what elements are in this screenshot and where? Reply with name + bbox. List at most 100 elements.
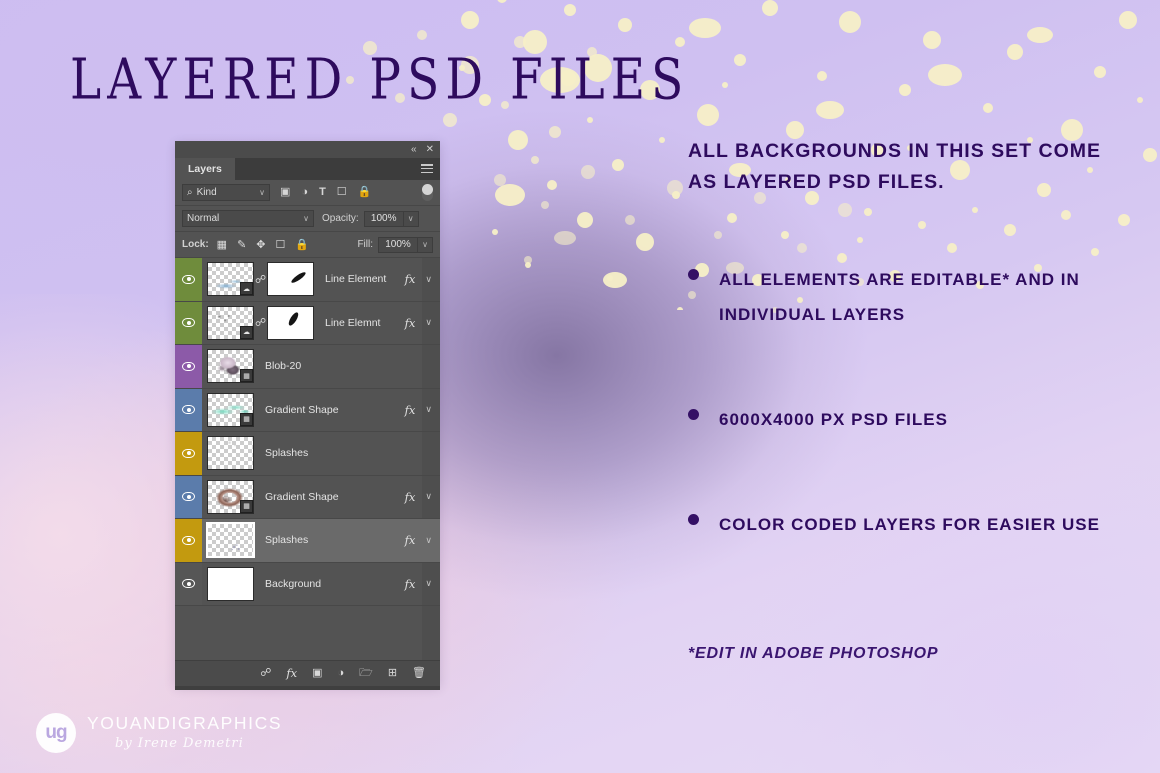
layer-thumbnail[interactable]: ▦	[207, 480, 254, 514]
poster-canvas: LAYERED PSD FILES ALL BACKGROUNDS IN THI…	[0, 0, 1160, 773]
layer-thumbnail[interactable]: ▦	[207, 393, 254, 427]
opacity-input[interactable]: 100%	[364, 211, 404, 227]
link-layers-icon[interactable]: ☍	[260, 668, 271, 679]
panel-bottom-edge	[175, 686, 440, 690]
list-item: 6000X4000 PX PSD FILES	[688, 402, 1128, 437]
new-layer-icon[interactable]: ⊞	[388, 668, 397, 679]
table-row[interactable]: Splashes fx ∨	[175, 519, 440, 563]
fx-badge[interactable]: fx	[405, 490, 416, 504]
layer-list-empty-space	[175, 606, 440, 661]
chevron-down-icon[interactable]: ∨	[425, 317, 432, 328]
table-row[interactable]: ☁ ☍ Line Element fx ∨	[175, 258, 440, 302]
layer-color-swatch[interactable]	[175, 432, 202, 475]
filter-type-icons: ▣ ◑ T ☐ 🔒	[280, 187, 371, 198]
fx-badge[interactable]: fx	[405, 403, 416, 417]
layer-thumbnail[interactable]	[207, 523, 254, 557]
table-row[interactable]: ▦ Gradient Shape fx ∨	[175, 476, 440, 520]
fx-badge[interactable]: fx	[405, 577, 416, 591]
layer-color-swatch[interactable]	[175, 258, 202, 301]
bullet-text: ALL ELEMENTS ARE EDITABLE* AND IN INDIVI…	[719, 262, 1128, 332]
smart-object-icon[interactable]: 🔒	[358, 187, 372, 198]
layer-color-swatch[interactable]	[175, 476, 202, 519]
smart-object-badge-icon: ▦	[240, 369, 253, 382]
layer-color-swatch[interactable]	[175, 345, 202, 388]
close-icon[interactable]: ✕	[426, 145, 434, 155]
fx-badge[interactable]: fx	[405, 533, 416, 547]
lock-label: Lock:	[182, 239, 209, 250]
visibility-eye-icon[interactable]	[182, 449, 195, 458]
lock-artboard-icon[interactable]: ☐	[276, 238, 286, 251]
bullet-text: COLOR CODED LAYERS FOR EASIER USE	[719, 507, 1100, 542]
layer-thumbnail[interactable]: ☁	[207, 306, 254, 340]
visibility-eye-icon[interactable]	[182, 275, 195, 284]
opacity-stepper-icon[interactable]: ∨	[404, 211, 419, 227]
table-row[interactable]: ▦ Gradient Shape fx ∨	[175, 389, 440, 433]
new-adjustment-layer-icon[interactable]: ◑	[338, 668, 345, 679]
chevron-down-icon[interactable]: ∨	[425, 404, 432, 415]
layer-mask-thumbnail[interactable]	[267, 262, 314, 296]
blend-mode-value: Normal	[187, 213, 219, 224]
new-group-icon[interactable]: 🗁	[359, 668, 373, 679]
fill-stepper-icon[interactable]: ∨	[418, 237, 433, 253]
table-row[interactable]: Background fx ∨	[175, 563, 440, 607]
visibility-eye-icon[interactable]	[182, 579, 195, 588]
table-row[interactable]: Splashes	[175, 432, 440, 476]
adjustment-layer-icon[interactable]: ◑	[301, 187, 308, 198]
page-title: LAYERED PSD FILES	[70, 46, 689, 112]
bullet-dot-icon	[688, 409, 699, 420]
filter-toggle[interactable]	[422, 184, 433, 201]
collapse-icon[interactable]: «	[411, 145, 417, 155]
type-layer-icon[interactable]: T	[319, 187, 326, 198]
chevron-down-icon[interactable]: ∨	[425, 274, 432, 285]
fill-label: Fill:	[357, 239, 373, 250]
link-layers-icon[interactable]: ☍	[255, 273, 266, 286]
feature-bullet-list: ALL ELEMENTS ARE EDITABLE* AND IN INDIVI…	[688, 262, 1128, 612]
opacity-label: Opacity:	[322, 213, 359, 224]
shape-layer-icon[interactable]: ☐	[337, 187, 347, 198]
layer-color-swatch[interactable]	[175, 302, 202, 345]
blend-mode-select[interactable]: Normal ∨	[182, 210, 314, 227]
footnote-text: *EDIT IN ADOBE PHOTOSHOP	[688, 645, 938, 663]
layer-thumbnails	[202, 436, 254, 470]
fill-input[interactable]: 100%	[378, 237, 418, 253]
chevron-down-icon[interactable]: ∨	[425, 578, 432, 589]
filter-kind-select[interactable]: ⌕ Kind ∨	[182, 184, 270, 201]
logo-monogram-icon: ug	[36, 713, 76, 753]
lock-image-pixels-icon[interactable]: ✎	[237, 238, 246, 251]
visibility-eye-icon[interactable]	[182, 362, 195, 371]
table-row[interactable]: ☁ ☍ Line Elemnt fx ∨	[175, 302, 440, 346]
fx-badge[interactable]: fx	[405, 316, 416, 330]
add-layer-mask-icon[interactable]: ▣	[312, 668, 322, 679]
pixel-layer-icon[interactable]: ▣	[280, 187, 290, 198]
visibility-eye-icon[interactable]	[182, 405, 195, 414]
layer-mask-thumbnail[interactable]	[267, 306, 314, 340]
mask-stroke	[290, 271, 307, 285]
visibility-eye-icon[interactable]	[182, 492, 195, 501]
layer-thumbnail[interactable]: ▦	[207, 349, 254, 383]
delete-layer-icon[interactable]: 🗑	[412, 668, 426, 679]
layer-thumbnail[interactable]: ☁	[207, 262, 254, 296]
layer-color-swatch[interactable]	[175, 519, 202, 562]
lock-all-icon[interactable]: 🔒	[295, 238, 309, 251]
add-layer-style-icon[interactable]: fx	[286, 668, 297, 680]
lock-position-icon[interactable]: ✥	[256, 238, 265, 251]
link-layers-icon[interactable]: ☍	[255, 316, 266, 329]
layer-thumbnails	[202, 523, 254, 557]
layer-color-swatch[interactable]	[175, 389, 202, 432]
panel-menu-icon[interactable]	[421, 164, 433, 173]
layer-row-actions: fx ∨	[405, 316, 440, 330]
visibility-eye-icon[interactable]	[182, 318, 195, 327]
table-row[interactable]: ▦ Blob-20	[175, 345, 440, 389]
layer-color-swatch[interactable]	[175, 563, 202, 606]
layer-thumbnail[interactable]	[207, 436, 254, 470]
tab-layers[interactable]: Layers	[175, 158, 235, 180]
fx-badge[interactable]: fx	[405, 272, 416, 286]
lock-transparent-pixels-icon[interactable]: ▦	[217, 238, 227, 251]
layer-thumbnail[interactable]	[207, 567, 254, 601]
visibility-eye-icon[interactable]	[182, 536, 195, 545]
layer-name: Line Elemnt	[314, 317, 405, 329]
logo-wordmark: YOUANDIGRAPHICS	[87, 715, 282, 733]
chevron-down-icon[interactable]: ∨	[425, 535, 432, 546]
chevron-down-icon[interactable]: ∨	[425, 491, 432, 502]
list-item: COLOR CODED LAYERS FOR EASIER USE	[688, 507, 1128, 542]
